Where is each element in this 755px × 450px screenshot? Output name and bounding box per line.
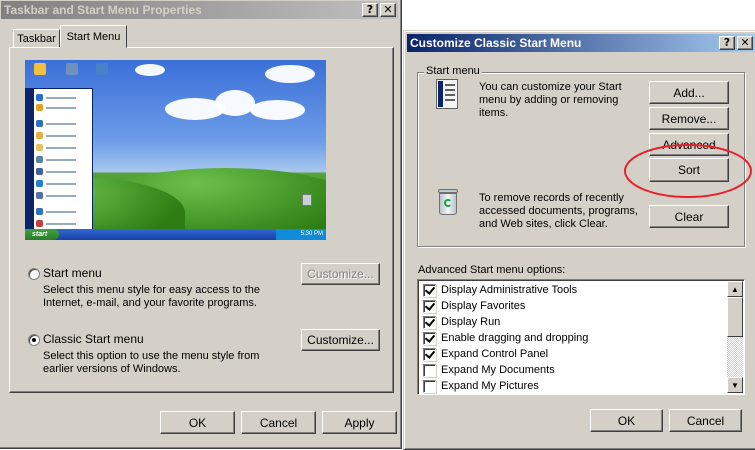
preview-tray-clock: 5:30 PM <box>276 229 326 240</box>
tab-start-menu[interactable]: Start Menu <box>60 25 127 48</box>
advanced-option-label: Display Administrative Tools <box>441 284 578 296</box>
customize-description: You can customize your Start menu by add… <box>479 81 622 119</box>
scroll-up-button[interactable]: ▲ <box>727 281 743 297</box>
help-button[interactable]: ? <box>719 36 735 50</box>
advanced-option-row[interactable]: Display Administrative Tools <box>423 282 577 298</box>
ok-button[interactable]: OK <box>160 411 235 434</box>
preview-menu-item <box>36 119 76 128</box>
advanced-option-label: Expand My Pictures <box>441 380 539 392</box>
help-button[interactable]: ? <box>362 3 378 17</box>
checkbox[interactable] <box>423 347 436 361</box>
preview-menu-item <box>36 219 76 228</box>
cancel-button[interactable]: Cancel <box>241 411 316 434</box>
advanced-option-label: Display Run <box>441 316 501 328</box>
preview-menu-item <box>36 179 76 188</box>
classic-start-menu-radio-label[interactable]: Classic Start menu <box>43 333 144 346</box>
classic-start-menu-description: Select this option to use the menu style… <box>43 350 260 375</box>
advanced-options-scrollbar[interactable]: ▲ ▼ <box>727 281 743 393</box>
advanced-option-row[interactable]: Expand My Pictures <box>423 378 539 394</box>
preview-start-button: start <box>25 229 59 240</box>
start-menu-customize-icon <box>436 79 458 109</box>
advanced-option-label: Display Favorites <box>441 300 526 312</box>
preview-menu-item <box>36 103 76 112</box>
customize-ok-button[interactable]: OK <box>590 409 663 432</box>
customize-classic-start-menu-dialog: Customize Classic Start Menu ? ✕ Start m… <box>403 30 755 450</box>
tab-start-menu-label: Start Menu <box>66 30 121 43</box>
desktop-icon <box>34 63 46 75</box>
checkbox[interactable] <box>423 363 436 377</box>
start-menu-description: Select this menu style for easy access t… <box>43 284 261 309</box>
advanced-option-label: Expand My Documents <box>441 364 555 376</box>
advanced-option-row[interactable]: Expand My Documents <box>423 362 555 378</box>
advanced-option-row[interactable]: Display Favorites <box>423 298 525 314</box>
left-dialog-title: Taskbar and Start Menu Properties <box>4 3 202 17</box>
checkbox[interactable] <box>423 315 436 329</box>
tab-taskbar-label: Taskbar <box>17 32 56 45</box>
desktop-icon <box>96 63 108 75</box>
advanced-option-row[interactable]: Expand Control Panel <box>423 346 548 362</box>
cloud <box>215 90 255 116</box>
classic-start-menu-preview <box>25 88 93 230</box>
preview-taskbar: start 5:30 PM <box>25 229 326 240</box>
customize-cancel-button[interactable]: Cancel <box>669 409 742 432</box>
annotation-ellipse <box>624 144 752 198</box>
preview-menu-item <box>36 155 76 164</box>
preview-menu-item <box>36 131 76 140</box>
preview-menu-item <box>36 207 76 216</box>
advanced-option-row[interactable]: Enable dragging and dropping <box>423 330 588 346</box>
start-menu-group-label: Start menu <box>424 65 482 77</box>
clear-description: To remove records of recently accessed d… <box>479 192 638 230</box>
start-menu-radio-label[interactable]: Start menu <box>43 267 102 280</box>
remove-button[interactable]: Remove... <box>649 107 729 130</box>
preview-menu-item <box>36 93 76 102</box>
scroll-down-button[interactable]: ▼ <box>727 377 743 393</box>
recycle-bin-icon <box>437 189 459 216</box>
classic-start-menu-customize-button[interactable]: Customize... <box>301 329 380 351</box>
left-titlebar[interactable]: Taskbar and Start Menu Properties ? ✕ <box>1 1 398 19</box>
advanced-options-label: Advanced Start menu options: <box>418 264 566 276</box>
preview-menu-item <box>36 191 76 200</box>
advanced-option-label: Enable dragging and dropping <box>441 332 589 344</box>
cloud <box>135 64 165 76</box>
checkbox[interactable] <box>423 283 436 297</box>
desktop-icon <box>66 63 78 75</box>
clear-button[interactable]: Clear <box>649 205 729 228</box>
checkbox[interactable] <box>423 379 436 393</box>
checkbox[interactable] <box>423 331 436 345</box>
apply-button[interactable]: Apply <box>322 411 397 434</box>
checkbox[interactable] <box>423 299 436 313</box>
recycle-bin-icon <box>302 194 312 206</box>
close-icon[interactable]: ✕ <box>737 36 753 50</box>
tab-taskbar[interactable]: Taskbar <box>13 29 60 47</box>
start-menu-radio[interactable] <box>28 268 40 280</box>
scroll-thumb[interactable] <box>727 297 743 337</box>
cloud <box>250 100 305 120</box>
advanced-options-list[interactable]: Display Administrative Tools Display Favo… <box>417 279 745 395</box>
right-titlebar[interactable]: Customize Classic Start Menu ? ✕ <box>407 34 755 52</box>
advanced-option-row[interactable]: Display Run <box>423 314 500 330</box>
preview-menu-item <box>36 167 76 176</box>
close-icon[interactable]: ✕ <box>380 3 396 17</box>
menu-side-stripe <box>26 89 34 229</box>
add-button[interactable]: Add... <box>649 81 729 104</box>
classic-start-menu-radio[interactable] <box>28 334 40 346</box>
taskbar-start-menu-properties-dialog: Taskbar and Start Menu Properties ? ✕ Ta… <box>0 0 402 449</box>
start-menu-preview-image: start 5:30 PM <box>25 60 326 240</box>
advanced-option-label: Expand Control Panel <box>441 348 549 360</box>
right-dialog-title: Customize Classic Start Menu <box>410 36 582 50</box>
start-menu-customize-button[interactable]: Customize... <box>301 263 380 285</box>
cloud <box>265 65 315 83</box>
preview-menu-item <box>36 143 76 152</box>
